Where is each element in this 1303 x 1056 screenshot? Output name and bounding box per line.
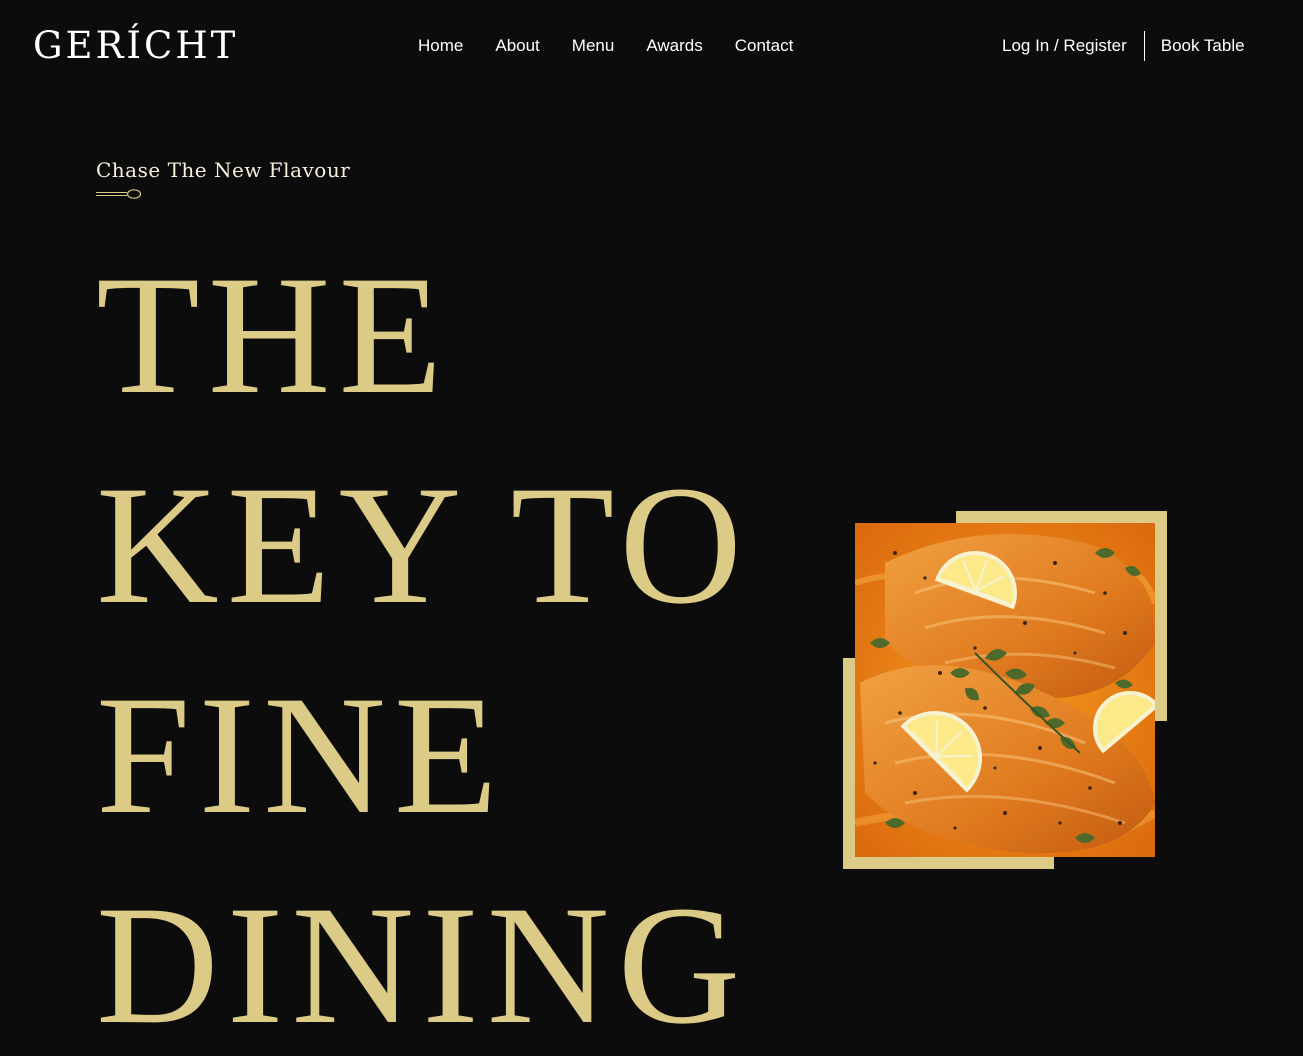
logo[interactable]: GERÍCHT [33, 22, 238, 70]
book-table-link[interactable]: Book Table [1161, 31, 1245, 61]
headline-line-1: THE [96, 241, 451, 429]
nav-links: Home About Menu Awards Contact [418, 34, 825, 58]
headline-line-4: DINING [96, 871, 749, 1056]
hero-headline: THE KEY TO FINE DINING [96, 230, 816, 1056]
hero-image-frame [843, 511, 1167, 869]
salmon-illustration [855, 523, 1155, 857]
nav-actions: Log In / Register Book Table [1002, 31, 1245, 61]
nav-divider [1143, 31, 1145, 61]
hero-subtitle: Chase The New Flavour [96, 158, 351, 182]
nav-link-contact[interactable]: Contact [735, 34, 794, 58]
headline-line-2: KEY TO [96, 451, 751, 639]
nav-link-awards[interactable]: Awards [646, 34, 702, 58]
login-register-link[interactable]: Log In / Register [1002, 31, 1127, 61]
headline-line-3: FINE [96, 661, 506, 849]
nav-link-about[interactable]: About [495, 34, 539, 58]
navbar: GERÍCHT Home About Menu Awards Contact L… [0, 0, 1303, 92]
salmon-dish-image [855, 523, 1155, 857]
spoon-icon [96, 189, 142, 199]
page: GERÍCHT Home About Menu Awards Contact L… [0, 0, 1303, 1056]
nav-link-menu[interactable]: Menu [572, 34, 615, 58]
nav-link-home[interactable]: Home [418, 34, 463, 58]
